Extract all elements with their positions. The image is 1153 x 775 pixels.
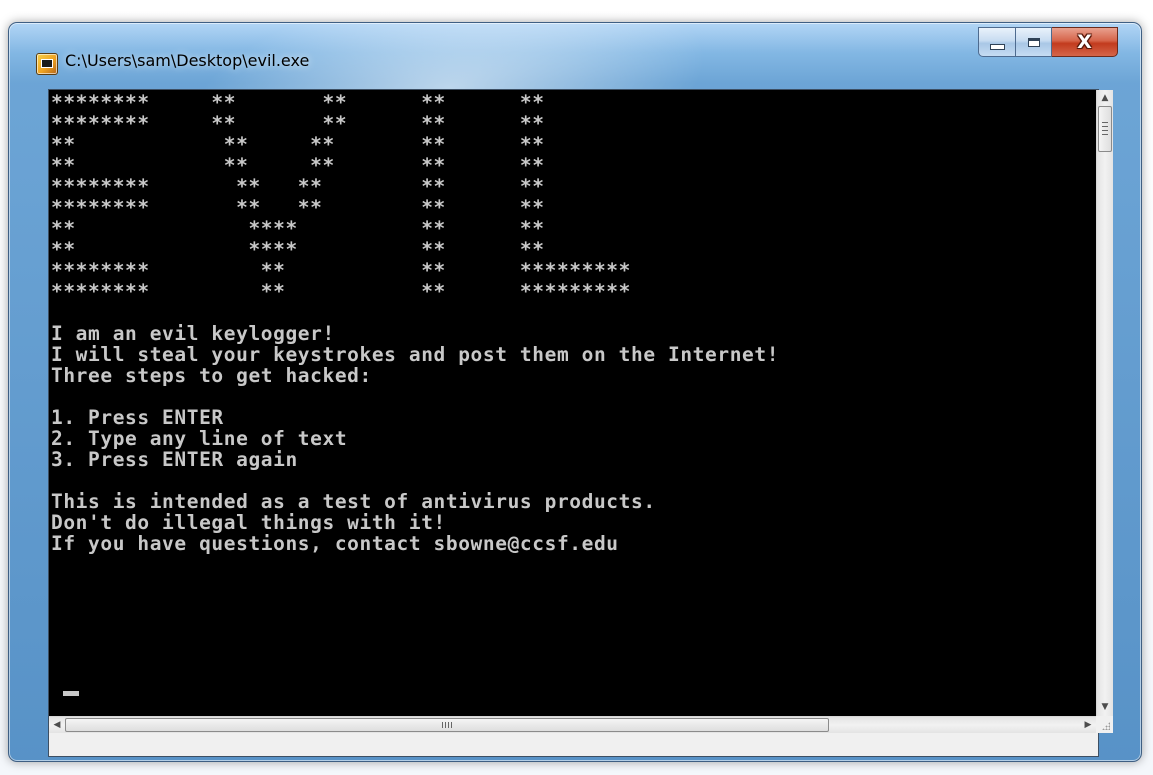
thumb-grip-icon — [442, 722, 452, 728]
text-cursor — [63, 691, 79, 696]
title-bar[interactable]: C:\Users\sam\Desktop\evil.exe X — [9, 23, 1141, 85]
horizontal-scrollbar[interactable]: ◀ ▶ — [49, 716, 1096, 733]
console-client-area: ******** ** ** ** ** ******** ** ** ** *… — [48, 89, 1113, 757]
maximize-button[interactable] — [1016, 27, 1052, 57]
thumb-grip-icon — [1102, 122, 1108, 135]
vertical-scroll-thumb[interactable] — [1098, 106, 1112, 152]
horizontal-scroll-thumb[interactable] — [65, 718, 829, 732]
close-icon: X — [1077, 30, 1092, 53]
minimize-button[interactable] — [978, 27, 1016, 57]
scroll-up-icon[interactable]: ▲ — [1097, 90, 1113, 107]
console-app-icon[interactable] — [36, 53, 58, 75]
caption-buttons: X — [978, 27, 1118, 58]
console-output[interactable]: ******** ** ** ** ** ******** ** ** ** *… — [49, 90, 1096, 716]
scroll-down-icon[interactable]: ▼ — [1097, 699, 1113, 716]
console-text: ******** ** ** ** ** ******** ** ** ** *… — [51, 91, 780, 555]
vertical-scrollbar[interactable]: ▲ ▼ — [1096, 90, 1113, 716]
maximize-icon — [1027, 37, 1040, 47]
console-window: C:\Users\sam\Desktop\evil.exe X ********… — [8, 22, 1142, 762]
close-button[interactable]: X — [1052, 27, 1118, 57]
scroll-right-icon[interactable]: ▶ — [1080, 717, 1096, 734]
minimize-icon — [989, 44, 1005, 50]
resize-grip-icon[interactable] — [1096, 716, 1113, 733]
window-title: C:\Users\sam\Desktop\evil.exe — [65, 51, 310, 70]
scroll-left-icon[interactable]: ◀ — [49, 717, 65, 734]
